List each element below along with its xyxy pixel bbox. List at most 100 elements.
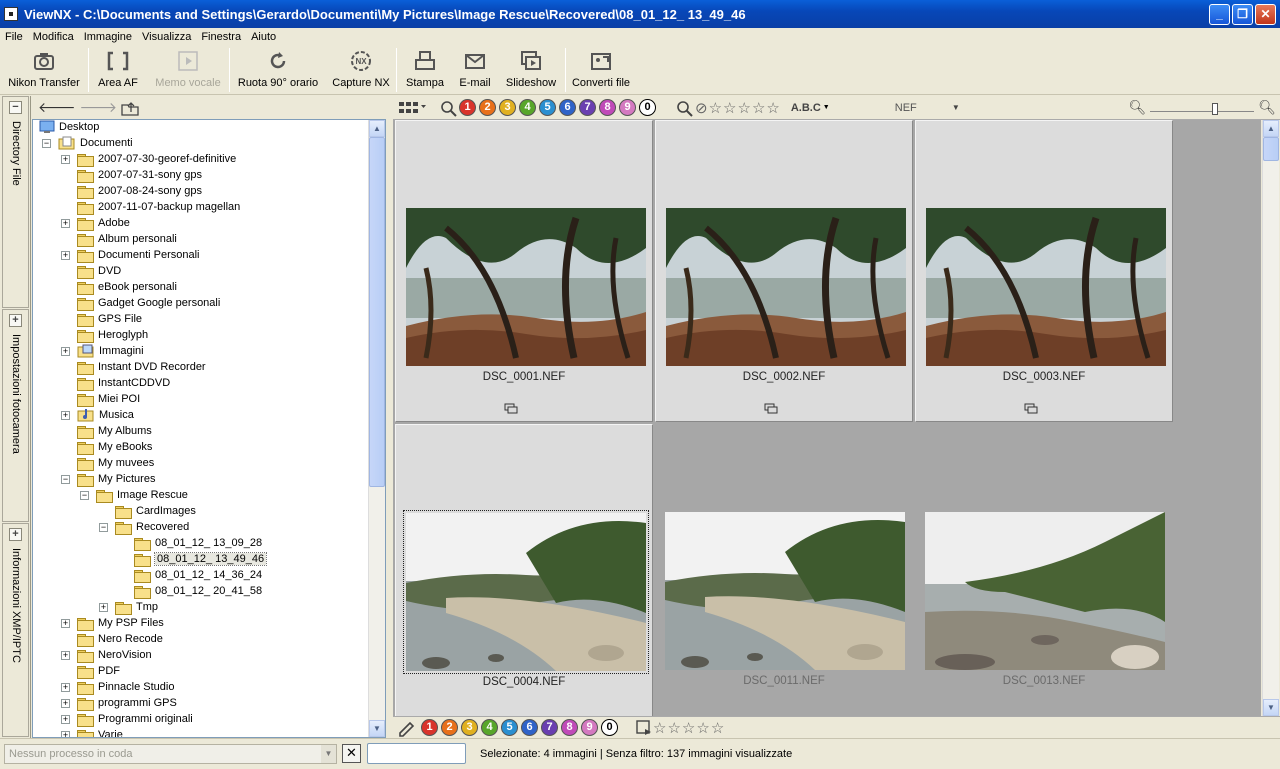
- tree-item[interactable]: Instant DVD Recorder: [77, 359, 206, 375]
- tree-expand-icon[interactable]: +: [99, 603, 108, 612]
- tree-item[interactable]: My muvees: [77, 455, 154, 471]
- rating-star-icon[interactable]: ☆: [696, 719, 709, 737]
- area-af-button[interactable]: Area AF: [89, 45, 147, 95]
- rating-star-icon[interactable]: ☆: [737, 99, 750, 117]
- tree-item[interactable]: PDF: [77, 663, 120, 679]
- menu-finestra[interactable]: Finestra: [196, 31, 246, 43]
- pencil-label-icon[interactable]: [397, 719, 421, 737]
- thumbnail-image[interactable]: [925, 512, 1165, 670]
- expand-icon[interactable]: +: [9, 314, 22, 327]
- tree-item[interactable]: 08_01_12_ 13_09_28: [134, 535, 262, 551]
- process-queue-select[interactable]: Nessun processo in coda ▼: [4, 744, 337, 764]
- tree-item[interactable]: 08_01_12_ 13_49_46: [134, 551, 268, 567]
- maximize-button[interactable]: ❐: [1232, 3, 1253, 25]
- tree-item[interactable]: Tmp: [115, 599, 158, 615]
- minimize-button[interactable]: _: [1209, 3, 1230, 25]
- tree-expand-icon[interactable]: +: [61, 251, 70, 260]
- tab-informazioni-xmp[interactable]: + Informazioni XMP/IPTC: [2, 523, 29, 737]
- thumbnail-image[interactable]: [665, 512, 905, 670]
- grid-scrollbar[interactable]: ▲ ▼: [1262, 120, 1279, 716]
- tree-item[interactable]: eBook personali: [77, 279, 177, 295]
- label-6-button[interactable]: 6: [521, 719, 538, 736]
- thumbnail-cell[interactable]: DSC_0011.NEF: [655, 424, 913, 716]
- tree-item[interactable]: DVD: [77, 263, 121, 279]
- thumbnail-image[interactable]: [403, 510, 649, 674]
- tree-item[interactable]: GPS File: [77, 311, 142, 327]
- forward-arrow-icon[interactable]: 🡒: [80, 99, 118, 116]
- menu-file[interactable]: File: [0, 31, 28, 43]
- chevron-down-icon[interactable]: ▼: [823, 104, 830, 111]
- label-2-button[interactable]: 2: [441, 719, 458, 736]
- label-7-button[interactable]: 7: [541, 719, 558, 736]
- label-0-button[interactable]: 0: [601, 719, 618, 736]
- tab-impostazioni-fotocamera[interactable]: + Impostazioni fotocamera: [2, 309, 29, 522]
- scroll-thumb[interactable]: [369, 137, 385, 487]
- tree-expand-icon[interactable]: +: [61, 411, 70, 420]
- grid-view-icon[interactable]: [397, 99, 427, 117]
- label-3-button[interactable]: 3: [461, 719, 478, 736]
- tree-item[interactable]: Desktop: [39, 120, 99, 135]
- label-3-button[interactable]: 3: [499, 99, 516, 116]
- rating-star-icon[interactable]: ☆: [752, 99, 765, 117]
- cancel-process-button[interactable]: ✕: [342, 744, 361, 763]
- tree-item[interactable]: Recovered: [115, 519, 189, 535]
- menu-visualizza[interactable]: Visualizza: [137, 31, 196, 43]
- scroll-up-icon[interactable]: ▲: [1263, 120, 1279, 137]
- label-7-button[interactable]: 7: [579, 99, 596, 116]
- tree-item[interactable]: Miei POI: [77, 391, 140, 407]
- tree-expand-icon[interactable]: +: [61, 155, 70, 164]
- rating-apply-icon[interactable]: [635, 719, 653, 737]
- tree-item[interactable]: My Albums: [77, 423, 152, 439]
- tree-expand-icon[interactable]: +: [61, 651, 70, 660]
- thumbnail-cell[interactable]: DSC_0004.NEF: [395, 424, 653, 716]
- label-5-button[interactable]: 5: [501, 719, 518, 736]
- no-rating-icon[interactable]: ⊘: [695, 99, 708, 117]
- tree-item[interactable]: programmi GPS: [77, 695, 177, 711]
- tree-item[interactable]: Documenti: [58, 135, 133, 151]
- rating-star-icon[interactable]: ☆: [723, 99, 736, 117]
- tree-collapse-icon[interactable]: −: [80, 491, 89, 500]
- tree-item[interactable]: Documenti Personali: [77, 247, 200, 263]
- tree-expand-icon[interactable]: +: [61, 715, 70, 724]
- converti-file-button[interactable]: Converti file: [566, 45, 636, 95]
- tree-scrollbar[interactable]: ▲ ▼: [368, 120, 385, 737]
- tree-expand-icon[interactable]: +: [61, 619, 70, 628]
- tree-expand-icon[interactable]: +: [61, 683, 70, 692]
- slideshow-button[interactable]: Slideshow: [497, 45, 565, 95]
- thumbnail-image[interactable]: [926, 208, 1166, 366]
- tree-item[interactable]: 2007-07-31-sony gps: [77, 167, 202, 183]
- ruota-button[interactable]: Ruota 90° orario: [230, 45, 326, 95]
- up-folder-icon[interactable]: [121, 100, 139, 116]
- tree-expand-icon[interactable]: +: [61, 219, 70, 228]
- thumbnail-cell[interactable]: DSC_0003.NEF: [915, 120, 1173, 422]
- label-9-button[interactable]: 9: [619, 99, 636, 116]
- tree-item[interactable]: Pinnacle Studio: [77, 679, 174, 695]
- tree-expand-icon[interactable]: +: [61, 347, 70, 356]
- tree-collapse-icon[interactable]: −: [99, 523, 108, 532]
- capture-nx-button[interactable]: NX Capture NX: [326, 45, 396, 95]
- tree-item[interactable]: 2007-07-30-georef-definitive: [77, 151, 236, 167]
- tree-item[interactable]: CardImages: [115, 503, 196, 519]
- rating-star-icon[interactable]: ☆: [766, 99, 779, 117]
- menu-immagine[interactable]: Immagine: [79, 31, 137, 43]
- rating-star-icon[interactable]: ☆: [682, 719, 695, 737]
- tree-item[interactable]: Adobe: [77, 215, 130, 231]
- label-8-button[interactable]: 8: [599, 99, 616, 116]
- tree-item[interactable]: Nero Recode: [77, 631, 163, 647]
- scroll-down-icon[interactable]: ▼: [369, 720, 385, 737]
- tree-item[interactable]: Programmi originali: [77, 711, 193, 727]
- tree-item[interactable]: Immagini: [77, 343, 144, 359]
- tree-item[interactable]: NeroVision: [77, 647, 152, 663]
- tree-item[interactable]: My Pictures: [77, 471, 155, 487]
- rating-star-icon[interactable]: ☆: [711, 719, 724, 737]
- tree-collapse-icon[interactable]: −: [42, 139, 51, 148]
- tree-item[interactable]: Heroglyph: [77, 327, 148, 343]
- label-filter-icon[interactable]: [439, 99, 459, 117]
- menu-aiuto[interactable]: Aiuto: [246, 31, 281, 43]
- expand-icon[interactable]: +: [9, 528, 22, 541]
- label-5-button[interactable]: 5: [539, 99, 556, 116]
- zoom-in-icon[interactable]: 🔍︎: [1258, 99, 1276, 116]
- tree-item[interactable]: 2007-11-07-backup magellan: [77, 199, 240, 215]
- zoom-out-icon[interactable]: 🔍︎: [1128, 99, 1146, 116]
- stampa-button[interactable]: Stampa: [397, 45, 453, 95]
